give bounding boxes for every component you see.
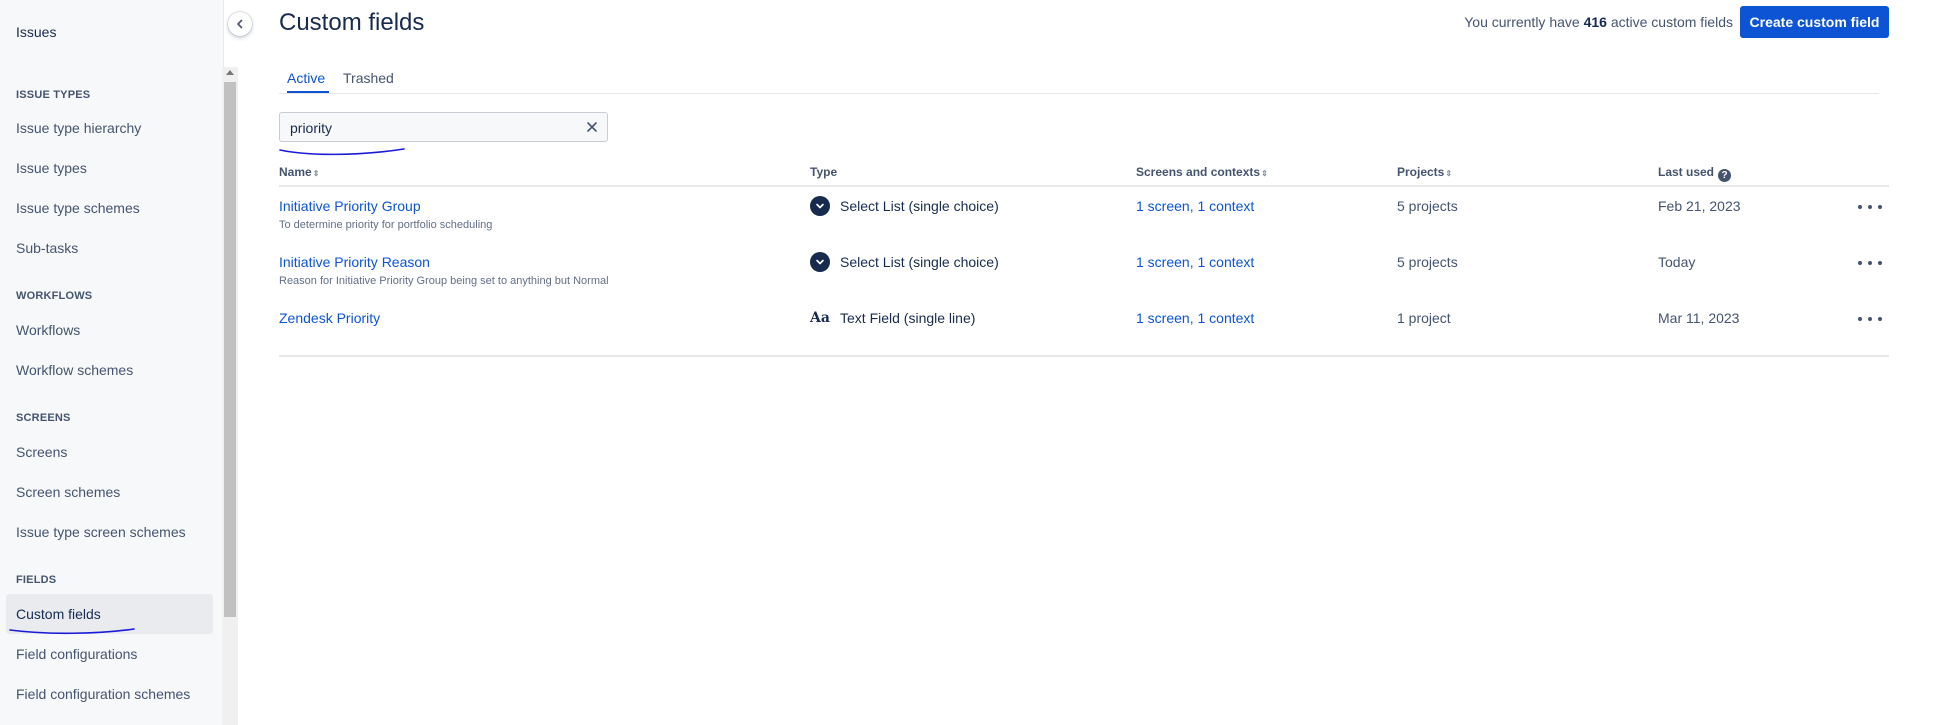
active-fields-count-text: You currently have 416 active custom fie…: [1464, 14, 1733, 30]
create-custom-field-button[interactable]: Create custom field: [1740, 6, 1889, 38]
select-list-icon: [810, 252, 830, 272]
sidebar-item-issue-type-hierarchy[interactable]: Issue type hierarchy: [6, 108, 213, 148]
active-tab-indicator: [287, 91, 329, 93]
row-3-last-used: Mar 11, 2023: [1658, 310, 1740, 326]
search-field[interactable]: [279, 112, 608, 142]
text-field-icon: Aa: [810, 310, 830, 326]
sidebar-item-issue-type-schemes[interactable]: Issue type schemes: [6, 188, 213, 228]
close-icon[interactable]: [585, 120, 599, 134]
sidebar-item-workflow-schemes[interactable]: Workflow schemes: [6, 350, 213, 390]
page-title: Custom fields: [279, 9, 425, 36]
scroll-up-arrow-icon[interactable]: [226, 70, 234, 75]
column-header-screens[interactable]: Screens and contexts⇕: [1136, 165, 1268, 179]
sidebar-scrollbar-thumb[interactable]: [224, 82, 236, 617]
sort-icon: ⇕: [1445, 169, 1453, 178]
active-fields-count: 416: [1583, 14, 1607, 30]
section-issue-types: ISSUE TYPES: [16, 89, 91, 101]
sort-icon: ⇕: [1261, 169, 1268, 178]
sidebar-item-screen-schemes[interactable]: Screen schemes: [6, 472, 213, 512]
row-3-type: Aa Text Field (single line): [810, 310, 976, 326]
row-1-more-actions-button[interactable]: [1858, 199, 1882, 215]
sidebar-item-screens[interactable]: Screens: [6, 432, 213, 472]
row-2-type: Select List (single choice): [810, 252, 999, 272]
sort-icon: ⇕: [312, 169, 320, 178]
help-icon[interactable]: ?: [1718, 169, 1732, 182]
sidebar-item-field-configuration-schemes[interactable]: Field configuration schemes: [6, 674, 213, 714]
sidebar-item-sub-tasks[interactable]: Sub-tasks: [6, 228, 213, 268]
search-annotation-underline: [279, 148, 405, 156]
collapse-sidebar-button[interactable]: [228, 12, 252, 36]
chevron-left-icon: [237, 19, 243, 29]
row-3-screens-link[interactable]: 1 screen, 1 context: [1136, 310, 1254, 326]
tab-active[interactable]: Active: [287, 70, 325, 86]
tab-trashed[interactable]: Trashed: [343, 70, 394, 86]
row-2-last-used: Today: [1658, 254, 1696, 270]
column-header-type: Type: [810, 165, 838, 179]
info-suffix: active custom fields: [1610, 14, 1733, 30]
sidebar-item-field-configurations[interactable]: Field configurations: [6, 634, 213, 674]
row-2-description: Reason for Initiative Priority Group bei…: [279, 275, 609, 287]
row-3-projects: 1 project: [1397, 310, 1451, 326]
row-1-field-name-link[interactable]: Initiative Priority Group: [279, 198, 421, 214]
table-bottom-divider: [279, 355, 1889, 357]
column-header-name[interactable]: Name⇕: [279, 165, 319, 179]
column-header-projects[interactable]: Projects⇕: [1397, 165, 1452, 179]
table-header-divider: [279, 185, 1889, 187]
row-2-screens-link[interactable]: 1 screen, 1 context: [1136, 254, 1254, 270]
sidebar: Issues ISSUE TYPES Issue type hierarchy …: [0, 0, 224, 725]
tabs-divider: [279, 93, 1879, 94]
column-header-last-used[interactable]: Last used?: [1658, 165, 1732, 182]
sidebar-title: Issues: [16, 24, 57, 40]
search-input[interactable]: [288, 117, 572, 139]
row-1-description: To determine priority for portfolio sche…: [279, 219, 493, 231]
sidebar-item-issue-types[interactable]: Issue types: [6, 148, 213, 188]
section-screens: SCREENS: [16, 412, 71, 424]
sidebar-item-issue-type-screen-schemes[interactable]: Issue type screen schemes: [6, 512, 213, 552]
row-3-more-actions-button[interactable]: [1858, 311, 1882, 327]
sidebar-item-workflows[interactable]: Workflows: [6, 310, 213, 350]
custom-fields-annotation-underline: [9, 628, 135, 635]
row-2-projects: 5 projects: [1397, 254, 1458, 270]
section-workflows: WORKFLOWS: [16, 290, 93, 302]
row-1-projects: 5 projects: [1397, 198, 1458, 214]
row-1-last-used: Feb 21, 2023: [1658, 198, 1741, 214]
info-prefix: You currently have: [1464, 14, 1580, 30]
row-2-more-actions-button[interactable]: [1858, 255, 1882, 271]
select-list-icon: [810, 196, 830, 216]
row-2-field-name-link[interactable]: Initiative Priority Reason: [279, 254, 430, 270]
row-1-screens-link[interactable]: 1 screen, 1 context: [1136, 198, 1254, 214]
section-fields: FIELDS: [16, 574, 57, 586]
row-3-field-name-link[interactable]: Zendesk Priority: [279, 310, 380, 326]
row-1-type: Select List (single choice): [810, 196, 999, 216]
